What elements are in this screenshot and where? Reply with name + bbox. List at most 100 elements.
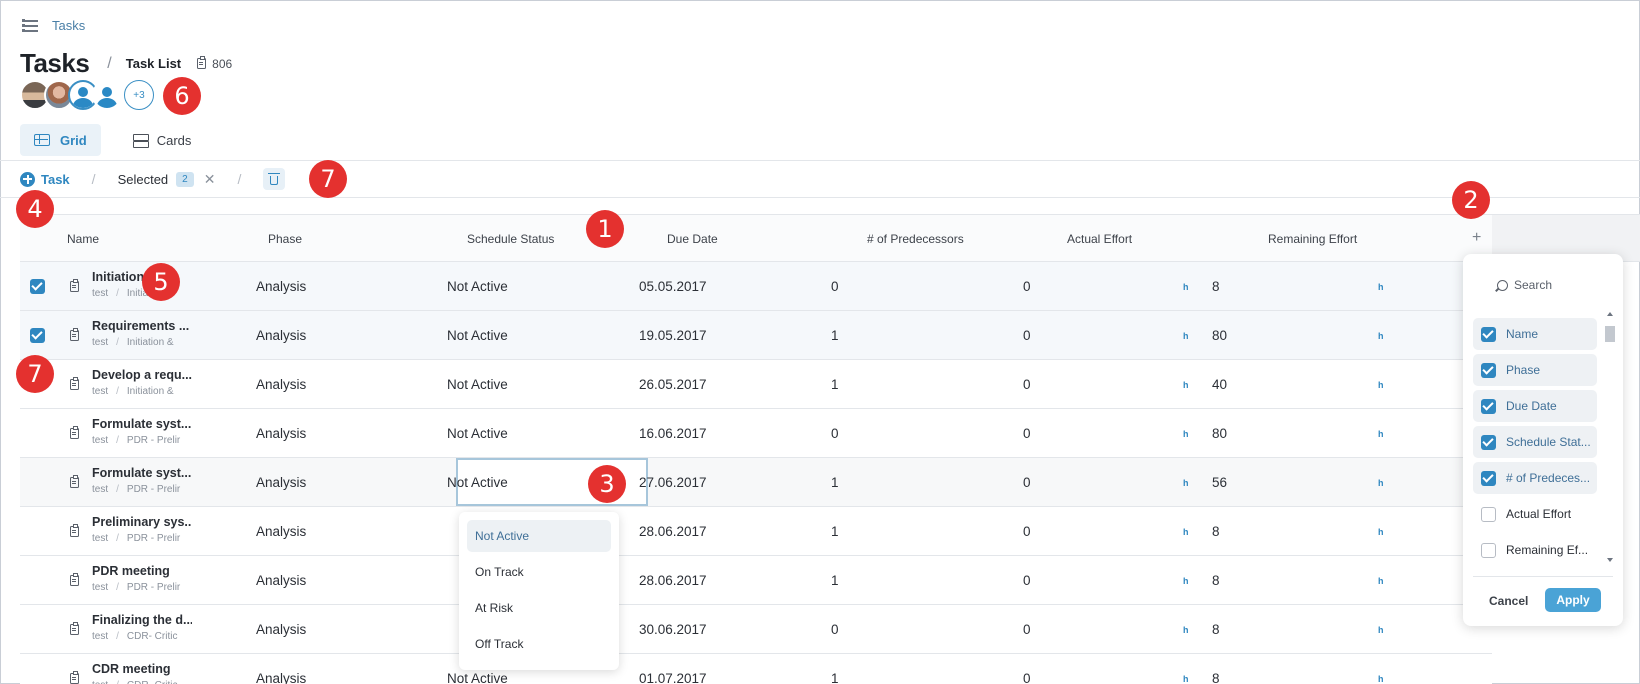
task-name-cell[interactable]: Formulate syst... test / PDR - Prelir [92, 466, 192, 495]
actual-effort-cell[interactable]: 0 [1023, 507, 1031, 555]
phase-cell[interactable]: Analysis [256, 360, 306, 408]
column-option-checkbox[interactable] [1481, 434, 1496, 450]
panel-scrollbar[interactable] [1605, 312, 1615, 562]
tab-grid[interactable]: Grid [20, 124, 101, 156]
predecessors-cell[interactable]: 1 [831, 507, 839, 555]
column-header-due-date[interactable]: Due Date [667, 232, 718, 246]
schedule-status-cell[interactable]: Not Active [447, 311, 508, 359]
due-date-cell[interactable]: 30.06.2017 [639, 605, 707, 653]
predecessors-cell[interactable]: 0 [831, 262, 839, 310]
remaining-effort-cell[interactable]: 8 [1212, 654, 1220, 684]
remaining-effort-cell[interactable]: 8 [1212, 605, 1220, 653]
table-row[interactable]: Requirements ... test / Initiation & Analy… [20, 311, 1492, 360]
column-option[interactable]: Schedule Stat... [1473, 426, 1597, 458]
due-date-cell[interactable]: 28.06.2017 [639, 507, 707, 555]
table-row[interactable]: Formulate syst... test / PDR - Prelir Anal… [20, 458, 1492, 507]
task-name-cell[interactable]: Finalizing the d... test / CDR- Critic [92, 613, 192, 642]
column-option-checkbox[interactable] [1481, 326, 1496, 342]
task-name-cell[interactable]: CDR meeting test / CDR- Critic [92, 662, 192, 684]
due-date-cell[interactable]: 16.06.2017 [639, 409, 707, 457]
predecessors-cell[interactable]: 0 [831, 409, 839, 457]
predecessors-cell[interactable]: 0 [831, 605, 839, 653]
column-option[interactable]: Phase [1473, 354, 1597, 386]
remaining-effort-cell[interactable]: 8 [1212, 556, 1220, 604]
phase-cell[interactable]: Analysis [256, 409, 306, 457]
table-row[interactable]: Initiation ... test/Initiation & Analysi… [20, 262, 1492, 311]
table-row[interactable]: Develop a requ... test / Initiation & Anal… [20, 360, 1492, 409]
column-option-checkbox[interactable] [1481, 398, 1496, 414]
phase-cell[interactable]: Analysis [256, 262, 306, 310]
table-row[interactable]: Finalizing the d... test / CDR- Critic Ana… [20, 605, 1492, 654]
column-option[interactable]: Remaining Ef... [1473, 534, 1597, 566]
due-date-cell[interactable]: 05.05.2017 [639, 262, 707, 310]
task-name[interactable]: Finalizing the d... [92, 613, 192, 627]
due-date-cell[interactable]: 01.07.2017 [639, 654, 707, 684]
add-column-plus-icon[interactable]: + [1472, 229, 1481, 247]
actual-effort-cell[interactable]: 0 [1023, 360, 1031, 408]
actual-effort-cell[interactable]: 0 [1023, 409, 1031, 457]
remaining-effort-cell[interactable]: 40 [1212, 360, 1227, 408]
row-checkbox[interactable] [30, 328, 45, 343]
actual-effort-cell[interactable]: 0 [1023, 311, 1031, 359]
task-name-cell[interactable]: Formulate syst... test / PDR - Prelir [92, 417, 192, 446]
task-name-cell[interactable]: Preliminary sys... test / PDR - Prelir [92, 515, 192, 544]
predecessors-cell[interactable]: 1 [831, 311, 839, 359]
table-row[interactable]: CDR meeting test/CDR- Critic AnalysisNot… [20, 654, 1492, 684]
task-name-cell[interactable]: Requirements ... test / Initiation & [92, 319, 192, 348]
column-search[interactable]: Search [1497, 278, 1552, 292]
scroll-thumb[interactable] [1605, 326, 1615, 342]
column-option-checkbox[interactable] [1481, 470, 1496, 486]
remaining-effort-cell[interactable]: 56 [1212, 458, 1227, 506]
phase-cell[interactable]: Analysis [256, 507, 306, 555]
task-name[interactable]: Requirements ... [92, 319, 192, 333]
schedule-status-cell[interactable]: Not Active [447, 262, 508, 310]
task-name[interactable]: Preliminary sys... [92, 515, 192, 529]
task-name[interactable]: Formulate syst... [92, 417, 192, 431]
phase-cell[interactable]: Analysis [256, 605, 306, 653]
due-date-cell[interactable]: 28.06.2017 [639, 556, 707, 604]
column-option[interactable]: Due Date [1473, 390, 1597, 422]
due-date-cell[interactable]: 26.05.2017 [639, 360, 707, 408]
phase-cell[interactable]: Analysis [256, 654, 306, 684]
status-option-on-track[interactable]: On Track [467, 556, 611, 588]
column-header-remaining-effort[interactable]: Remaining Effort [1268, 232, 1357, 246]
more-members-button[interactable]: +3 [124, 80, 154, 110]
task-name[interactable]: Formulate syst... [92, 466, 192, 480]
phase-cell[interactable]: Analysis [256, 458, 306, 506]
table-row[interactable]: PDR meeting test / PDR - Prelir Analysis 28… [20, 556, 1492, 605]
schedule-status-cell[interactable]: Not Active [447, 409, 508, 457]
schedule-status-cell[interactable]: Not Active [447, 360, 508, 408]
task-name[interactable]: CDR meeting [92, 662, 192, 676]
remaining-effort-cell[interactable]: 80 [1212, 409, 1227, 457]
row-checkbox[interactable] [30, 279, 45, 294]
scroll-down-icon[interactable] [1607, 558, 1613, 562]
column-header-schedule-status[interactable]: Schedule Status [467, 232, 554, 246]
column-option-checkbox[interactable] [1481, 542, 1496, 558]
predecessors-cell[interactable]: 1 [831, 458, 839, 506]
column-option-checkbox[interactable] [1481, 506, 1496, 522]
phase-cell[interactable]: Analysis [256, 556, 306, 604]
add-task-button[interactable]: Task [20, 171, 70, 187]
predecessors-cell[interactable]: 1 [831, 654, 839, 684]
status-option-off-track[interactable]: Off Track [467, 628, 611, 660]
actual-effort-cell[interactable]: 0 [1023, 262, 1031, 310]
actual-effort-cell[interactable]: 0 [1023, 556, 1031, 604]
scroll-up-icon[interactable] [1607, 312, 1613, 316]
column-option[interactable]: Name [1473, 318, 1597, 350]
predecessors-cell[interactable]: 1 [831, 556, 839, 604]
remaining-effort-cell[interactable]: 8 [1212, 507, 1220, 555]
column-header-predecessors[interactable]: # of Predecessors [867, 232, 964, 246]
column-option[interactable]: # of Predeces... [1473, 462, 1597, 494]
status-option-at-risk[interactable]: At Risk [467, 592, 611, 624]
delete-selected-button[interactable] [263, 168, 286, 190]
task-name-cell[interactable]: Develop a requ... test / Initiation & [92, 368, 192, 397]
due-date-cell[interactable]: 19.05.2017 [639, 311, 707, 359]
status-option-not-active[interactable]: Not Active [467, 520, 611, 552]
actual-effort-cell[interactable]: 0 [1023, 654, 1031, 684]
task-list-title[interactable]: Task List [126, 56, 181, 71]
actual-effort-cell[interactable]: 0 [1023, 458, 1031, 506]
predecessors-cell[interactable]: 1 [831, 360, 839, 408]
task-name[interactable]: Develop a requ... [92, 368, 192, 382]
schedule-status-cell[interactable]: Not Active [447, 458, 508, 506]
clear-selection-close-icon[interactable]: ✕ [204, 171, 216, 188]
